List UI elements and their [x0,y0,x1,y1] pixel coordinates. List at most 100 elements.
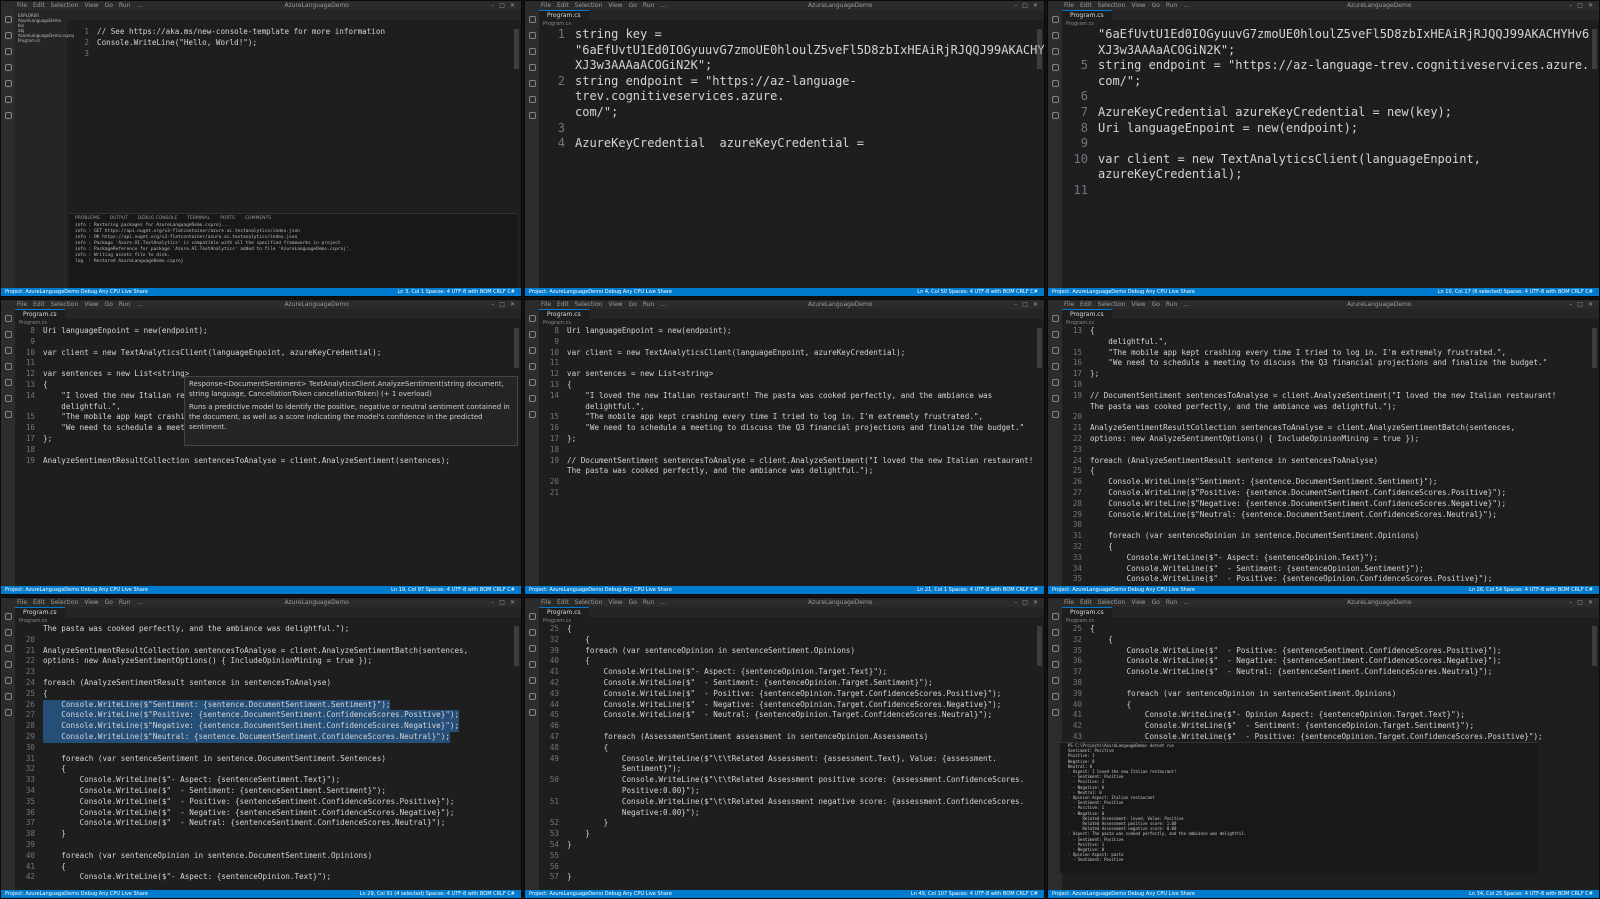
menu-item[interactable]: Selection [1098,599,1126,606]
menu-item[interactable]: Run [1166,599,1178,606]
minimize-icon[interactable]: – [1014,301,1017,308]
explorer-icon[interactable] [528,613,536,620]
menu-item[interactable]: Edit [33,599,45,606]
azure-icon[interactable] [528,709,536,716]
search-icon[interactable] [528,629,536,636]
maximize-icon[interactable]: □ [499,301,505,308]
run-debug-icon[interactable] [1051,64,1059,71]
menu-item[interactable]: Selection [575,599,603,606]
status-left[interactable]: Project: AzureLanguageDemo Debug Any CPU… [5,891,148,897]
testing-icon[interactable] [528,96,536,103]
search-icon[interactable] [528,331,536,338]
azure-icon[interactable] [1051,112,1059,119]
source-control-icon[interactable] [4,645,12,652]
extensions-icon[interactable] [1051,379,1059,386]
status-left[interactable]: Project: AzureLanguageDemo Debug Any CPU… [529,289,672,295]
maximize-icon[interactable]: □ [1577,301,1583,308]
status-right[interactable]: Ln 3, Col 1 Spaces: 4 UTF-8 with BOM CRL… [397,289,521,295]
menu-item[interactable]: Run [119,301,131,308]
minimize-icon[interactable]: – [1014,599,1017,606]
menu-item[interactable]: Run [643,599,655,606]
code-editor[interactable]: 8 Uri languageEnpoint = new(endpoint); 9 10… [539,326,1044,586]
tab-program-cs[interactable]: Program.cs [539,309,589,319]
menu-item[interactable]: File [1064,301,1074,308]
tab-program-cs[interactable]: Program.cs [539,10,589,20]
status-right[interactable]: Ln 4, Col 50 Spaces: 4 UTF-8 with BOM CR… [917,289,1044,295]
menu-item[interactable]: View [84,599,98,606]
testing-icon[interactable] [1051,693,1059,700]
maximize-icon[interactable]: □ [1577,2,1583,9]
code-editor[interactable]: The pasta was cooked perfectly, and the … [15,624,521,890]
search-icon[interactable] [1051,629,1059,636]
explorer-icon[interactable] [528,315,536,322]
menu-item[interactable]: Edit [1080,599,1092,606]
scrollbar[interactable] [1037,328,1042,368]
maximize-icon[interactable]: □ [499,2,505,9]
code-editor[interactable]: "6aEfUvtU1Ed0IOGyuuvG7zmoUE0hloulZ5veFl5… [1062,27,1599,288]
status-left[interactable]: Project: AzureLanguageDemo Debug Any CPU… [1052,587,1195,593]
menu-item[interactable]: File [17,599,27,606]
source-control-icon[interactable] [4,347,12,354]
menu-item[interactable]: View [608,301,622,308]
explorer-item[interactable]: Program.cs [18,38,64,43]
search-icon[interactable] [528,32,536,39]
run-debug-icon[interactable] [4,64,12,71]
menu-item[interactable]: Edit [557,2,569,9]
menu-item[interactable]: Edit [33,301,45,308]
source-control-icon[interactable] [1051,347,1059,354]
source-control-icon[interactable] [528,645,536,652]
menu-item[interactable]: Edit [557,301,569,308]
maximize-icon[interactable]: □ [1022,301,1028,308]
panel-tab[interactable]: OUTPUT [110,216,128,221]
menu-item[interactable]: Edit [1080,301,1092,308]
close-icon[interactable]: ✕ [1588,301,1593,308]
maximize-icon[interactable]: □ [1022,599,1028,606]
extensions-icon[interactable] [528,677,536,684]
menu-item[interactable]: Go [105,301,113,308]
explorer-icon[interactable] [1051,613,1059,620]
source-control-icon[interactable] [528,347,536,354]
source-control-icon[interactable] [1051,48,1059,55]
close-icon[interactable]: ✕ [1033,301,1038,308]
status-left[interactable]: Project: AzureLanguageDemo Debug Any CPU… [5,587,148,593]
testing-icon[interactable] [1051,395,1059,402]
menu-item[interactable]: View [1131,2,1145,9]
status-left[interactable]: Project: AzureLanguageDemo Debug Any CPU… [1052,891,1195,897]
panel-tab[interactable]: PROBLEMS [75,216,100,221]
run-debug-icon[interactable] [1051,363,1059,370]
status-right[interactable]: Ln 49, Col 107 Spaces: 4 UTF-8 with BOM … [911,891,1044,897]
menu-item[interactable]: File [1064,2,1074,9]
status-left[interactable]: Project: AzureLanguageDemo Debug Any CPU… [529,891,672,897]
minimize-icon[interactable]: – [491,2,494,9]
source-control-icon[interactable] [1051,645,1059,652]
close-icon[interactable]: ✕ [1033,2,1038,9]
source-control-icon[interactable] [4,48,12,55]
menu-item[interactable]: View [84,2,98,9]
explorer-icon[interactable] [4,613,12,620]
maximize-icon[interactable]: □ [1022,2,1028,9]
search-icon[interactable] [1051,331,1059,338]
explorer-icon[interactable] [4,16,12,23]
testing-icon[interactable] [4,693,12,700]
tab-program-cs[interactable]: Program.cs [15,607,65,617]
menu-item[interactable]: Go [1152,301,1160,308]
menu-item[interactable]: View [608,599,622,606]
tab-program-cs[interactable]: Program.cs [1062,309,1112,319]
search-icon[interactable] [1051,32,1059,39]
minimize-icon[interactable]: – [491,301,494,308]
status-right[interactable]: Ln 34, Col 25 Spaces: 4 UTF-8 with BOM C… [1469,891,1599,897]
panel-tab[interactable]: PORTS [220,216,235,221]
tab-program-cs[interactable]: Program.cs [15,309,65,319]
status-left[interactable]: Project: AzureLanguageDemo Debug Any CPU… [1052,289,1195,295]
tab-program-cs[interactable]: Program.cs [539,607,589,617]
minimize-icon[interactable]: – [1014,2,1017,9]
menu-item[interactable]: File [541,301,551,308]
close-icon[interactable]: ✕ [1588,2,1593,9]
search-icon[interactable] [4,629,12,636]
scrollbar[interactable] [1592,29,1597,69]
minimize-icon[interactable]: – [1569,599,1572,606]
menu-item[interactable]: Edit [557,599,569,606]
close-icon[interactable]: ✕ [510,599,515,606]
azure-icon[interactable] [4,709,12,716]
explorer-icon[interactable] [1051,315,1059,322]
